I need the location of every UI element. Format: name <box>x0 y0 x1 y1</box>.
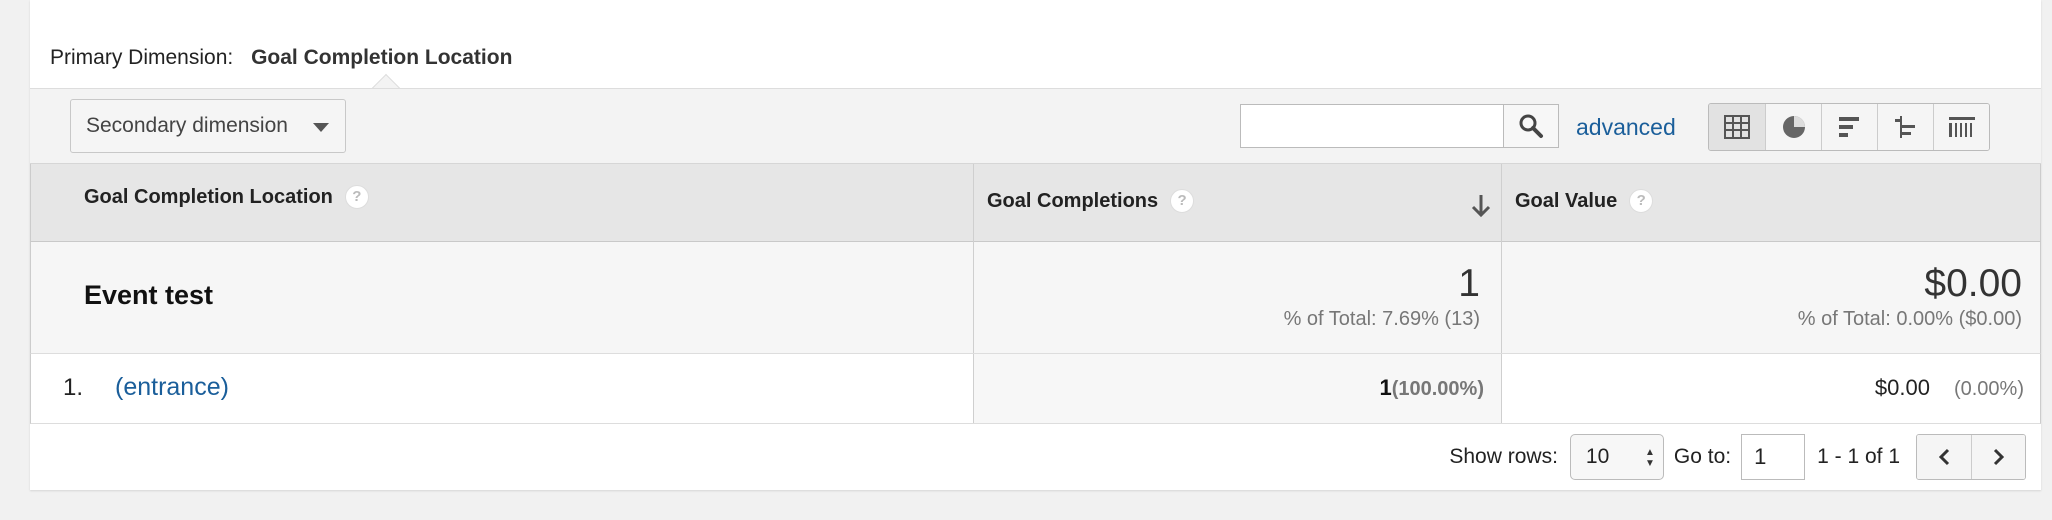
comparison-view-button[interactable] <box>1877 104 1933 150</box>
table-view-button[interactable] <box>1709 104 1765 150</box>
table-view-icon <box>1724 115 1750 139</box>
column-divider <box>973 164 974 242</box>
search-button[interactable] <box>1503 104 1559 148</box>
pivot-icon <box>1948 117 1975 137</box>
page-nav <box>1916 434 2026 480</box>
help-icon[interactable]: ? <box>344 185 369 209</box>
row-index: 1. <box>63 374 84 401</box>
column-label: Goal Value <box>1515 189 1618 212</box>
pie-view-button[interactable] <box>1765 104 1821 150</box>
table-toolbar: Secondary dimension advanced <box>30 88 2041 164</box>
go-to-page-input[interactable]: 1 <box>1741 434 1806 480</box>
previous-page-button[interactable] <box>1917 435 1971 479</box>
search-icon <box>1519 114 1543 138</box>
column-divider <box>973 354 974 423</box>
secondary-dimension-label: Secondary dimension <box>86 114 288 137</box>
row-goal-value: $0.00 (0.00%) <box>1875 375 2024 401</box>
column-label: Goal Completions <box>987 189 1159 212</box>
row-goal-value-percent: (0.00%) <box>1953 378 2024 400</box>
table-header: Goal Completion Location ? Goal Completi… <box>30 164 2041 242</box>
report-card: Primary Dimension: Goal Completion Locat… <box>30 0 2041 490</box>
row-goal-value-amount: $0.00 <box>1874 375 1930 400</box>
comparison-icon <box>1894 116 1915 138</box>
column-label: Goal Completion Location <box>84 185 333 208</box>
total-goal-completions-percent: % of Total: 7.69% (13) <box>1283 308 1480 330</box>
page-range-text: 1 - 1 of 1 <box>1817 445 1900 468</box>
go-to-label: Go to: <box>1673 445 1732 468</box>
row-goal-completions-percent: (100.00%) <box>1391 378 1484 400</box>
show-rows-label: Show rows: <box>1449 445 1558 468</box>
sort-descending-icon[interactable] <box>1471 194 1491 218</box>
bar-chart-icon <box>1838 117 1859 137</box>
total-goal-value-percent: % of Total: 0.00% ($0.00) <box>1797 308 2022 330</box>
rows-per-page-value: 10 <box>1585 445 1610 468</box>
row-goal-completions: 1(100.00%) <box>1379 375 1484 401</box>
primary-dimension-value[interactable]: Goal Completion Location <box>251 46 512 69</box>
chevron-left-icon <box>1938 448 1950 466</box>
column-header-goal-value[interactable]: Goal Value ? <box>1515 162 1654 240</box>
next-page-button[interactable] <box>1971 435 2025 479</box>
primary-dimension: Primary Dimension: Goal Completion Locat… <box>50 46 512 70</box>
total-goal-value: $0.00 <box>1924 262 2022 305</box>
row-goal-completions-value: 1 <box>1379 375 1392 400</box>
table-row: 1. (entrance) 1(100.00%) $0.00 (0.00%) <box>30 354 2041 424</box>
help-icon[interactable]: ? <box>1629 189 1654 213</box>
view-switcher <box>1708 103 1990 151</box>
total-goal-completions: 1 <box>1458 262 1480 305</box>
pie-chart-icon <box>1782 116 1805 138</box>
pagination-bar: Show rows: 10 ▲ ▼ Go to: 1 1 - 1 of 1 <box>30 424 2041 490</box>
row-location-link[interactable]: (entrance) <box>115 373 229 402</box>
advanced-search-link[interactable]: advanced <box>1576 114 1676 141</box>
search-input[interactable] <box>1240 104 1504 148</box>
totals-row: Event test 1 % of Total: 7.69% (13) $0.0… <box>30 242 2041 354</box>
performance-view-button[interactable] <box>1821 104 1877 150</box>
pivot-view-button[interactable] <box>1933 104 1989 150</box>
primary-dimension-label: Primary Dimension: <box>50 46 234 69</box>
column-header-goal-completions[interactable]: Goal Completions ? <box>987 162 1195 240</box>
column-divider <box>1501 354 1502 423</box>
column-divider <box>1501 242 1502 353</box>
chevron-right-icon <box>1993 448 2004 466</box>
column-header-goal-completion-location[interactable]: Goal Completion Location ? <box>84 158 369 236</box>
help-icon[interactable]: ? <box>1170 189 1195 213</box>
rows-per-page-select[interactable]: 10 ▲ ▼ <box>1569 434 1664 480</box>
caret-down-icon <box>313 123 329 132</box>
total-label: Event test <box>84 280 214 310</box>
updown-icon: ▲ ▼ <box>1645 447 1655 469</box>
column-divider <box>973 242 974 353</box>
secondary-dimension-dropdown[interactable]: Secondary dimension <box>70 99 346 153</box>
column-divider <box>1501 164 1502 242</box>
